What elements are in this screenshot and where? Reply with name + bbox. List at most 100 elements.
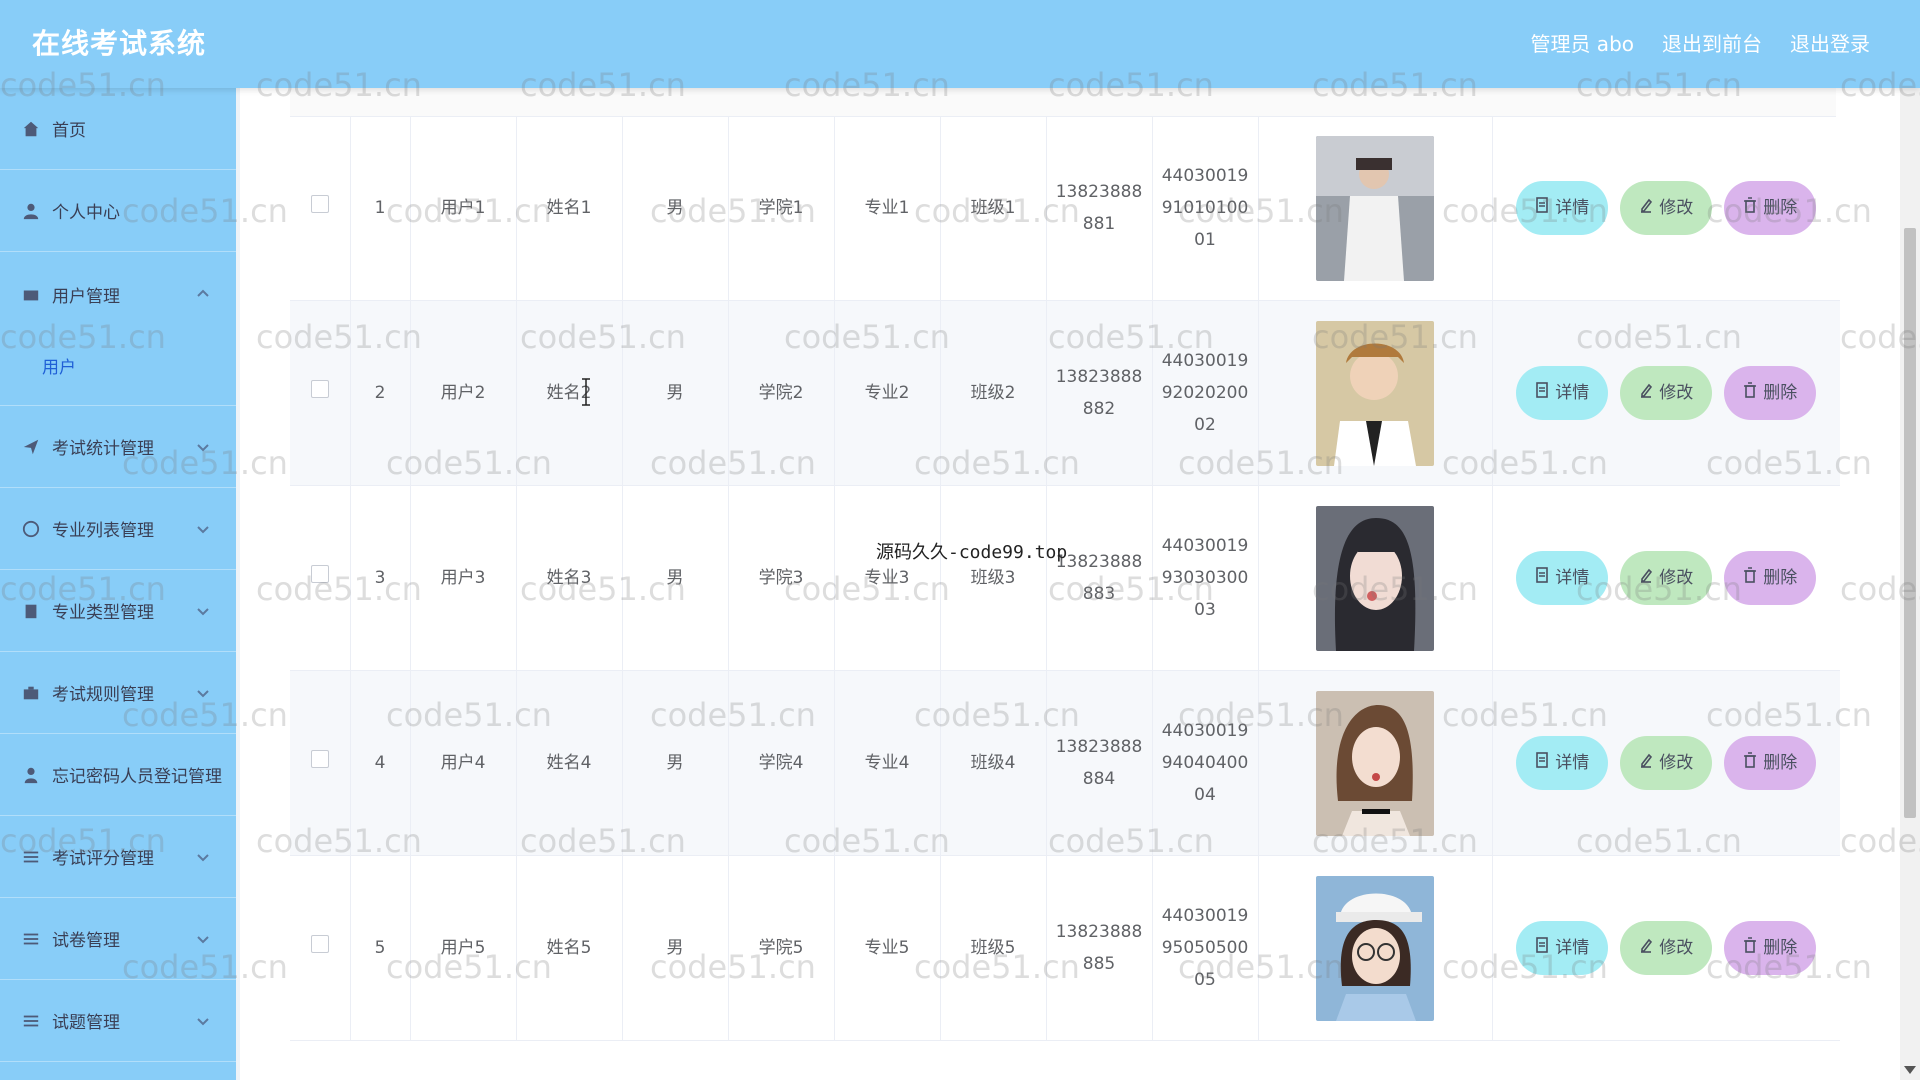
sidebar-item-home[interactable]: 首页 <box>0 88 236 170</box>
person-icon <box>22 766 40 784</box>
scrollbar-thumb[interactable] <box>1904 228 1916 818</box>
detail-button-label: 详情 <box>1555 383 1590 403</box>
delete-button[interactable]: 删除 <box>1724 921 1817 975</box>
id-line: 44030019 <box>1161 166 1249 186</box>
id-number-cell: 44030019 92020200 02 <box>1152 300 1259 486</box>
edit-button[interactable]: 修改 <box>1620 921 1713 975</box>
photo-cell <box>1258 116 1493 301</box>
detail-button[interactable]: 详情 <box>1516 921 1609 975</box>
index-cell: 2 <box>350 300 411 486</box>
table-header-strip <box>290 88 1836 117</box>
gender-cell: 男 <box>622 670 729 856</box>
table-row: 3 用户3 姓名3 男学院3 专业3 班级3 13823888 883 44030019 9303… <box>290 485 1840 671</box>
class-cell: 班级4 <box>940 670 1047 856</box>
chevron-down-icon <box>196 521 210 535</box>
sidebar-item-exam-scoring[interactable]: 考试评分管理 <box>0 816 236 898</box>
edit-button[interactable]: 修改 <box>1620 736 1713 790</box>
actions-cell: 详情 修改 删除 <box>1492 855 1840 1041</box>
document-icon <box>1535 562 1549 594</box>
edit-button[interactable]: 修改 <box>1620 181 1713 235</box>
row-checkbox[interactable] <box>310 565 329 583</box>
delete-button-label: 删除 <box>1763 938 1798 958</box>
delete-button-label: 删除 <box>1763 383 1798 403</box>
actions-cell: 详情 修改 删除 <box>1492 670 1840 856</box>
college-cell: 学院1 <box>728 116 835 301</box>
sidebar-item-papers[interactable]: 试卷管理 <box>0 898 236 980</box>
detail-button[interactable]: 详情 <box>1516 736 1609 790</box>
document-icon <box>1535 747 1549 779</box>
photo-cell <box>1258 855 1493 1041</box>
phone-cell: 13823888 881 <box>1046 116 1153 301</box>
gender-cell: 男 <box>622 300 729 486</box>
document-icon <box>1535 192 1549 224</box>
phone-cell: 13823888 884 <box>1046 670 1153 856</box>
detail-button[interactable]: 详情 <box>1516 551 1609 605</box>
vertical-scrollbar[interactable] <box>1900 88 1920 1080</box>
list-icon <box>22 930 40 948</box>
detail-button[interactable]: 详情 <box>1516 181 1609 235</box>
phone-cell: 13823888 883 <box>1046 485 1153 671</box>
class-cell: 班级5 <box>940 855 1047 1041</box>
detail-button[interactable]: 详情 <box>1516 366 1609 420</box>
sidebar-item-questions[interactable]: 试题管理 <box>0 980 236 1062</box>
table-row: 5 用户5 姓名5 男学院5 专业5 班级5 13823888 885 44030019 9505… <box>290 855 1840 1041</box>
phone-line: 13823888 <box>1055 182 1143 202</box>
sidebar-item-major-type[interactable]: 专业类型管理 <box>0 570 236 652</box>
row-checkbox[interactable] <box>310 935 329 953</box>
actions-cell: 详情 修改 删除 <box>1492 116 1840 301</box>
sidebar-item-profile[interactable]: 个人中心 <box>0 170 236 252</box>
row-checkbox[interactable] <box>310 750 329 768</box>
sliders-icon <box>22 848 40 866</box>
table-row: 4 用户4 姓名4 男学院4 专业4 班级4 13823888 884 44030019 9404… <box>290 670 1840 856</box>
major-cell: 专业4 <box>834 670 941 856</box>
list-icon <box>22 1012 40 1030</box>
delete-button[interactable]: 删除 <box>1724 736 1817 790</box>
document-icon <box>1535 932 1549 964</box>
admin-name: 管理员 abo <box>1530 32 1634 56</box>
text-cursor-icon <box>582 378 590 406</box>
sidebar-item-forgot-password[interactable]: 忘记密码人员登记管理 <box>0 734 236 816</box>
chevron-down-icon <box>196 849 210 863</box>
users-icon <box>22 286 40 304</box>
phone-cell: 13823888 882 <box>1046 300 1153 486</box>
delete-button[interactable]: 删除 <box>1724 181 1817 235</box>
phone-line: 13823888 <box>1055 737 1143 757</box>
row-checkbox[interactable] <box>310 195 329 213</box>
back-to-front-link[interactable]: 退出到前台 <box>1662 28 1762 57</box>
briefcase-icon <box>22 684 40 702</box>
delete-button[interactable]: 删除 <box>1724 551 1817 605</box>
sidebar-item-label: 试题管理 <box>52 1013 120 1033</box>
chevron-down-icon <box>196 1013 210 1027</box>
trash-icon <box>1743 932 1757 964</box>
gender-cell: 男 <box>622 855 729 1041</box>
scroll-down-arrow[interactable] <box>1904 1066 1916 1074</box>
user-photo <box>1316 690 1434 836</box>
class-cell: 班级2 <box>940 300 1047 486</box>
sidebar-item-major-list[interactable]: 专业列表管理 <box>0 488 236 570</box>
sidebar-item-exam-rules[interactable]: 考试规则管理 <box>0 652 236 734</box>
trash-icon <box>1743 562 1757 594</box>
delete-button-label: 删除 <box>1763 198 1798 218</box>
major-cell: 专业5 <box>834 855 941 1041</box>
edit-button[interactable]: 修改 <box>1620 551 1713 605</box>
sidebar-subitem-user[interactable]: 用户 <box>22 353 76 378</box>
center-watermark: 源码久久-code99.top <box>876 542 1068 563</box>
id-line: 01 <box>1194 230 1216 250</box>
logout-link[interactable]: 退出登录 <box>1790 28 1870 57</box>
phone-cell: 13823888 885 <box>1046 855 1153 1041</box>
sidebar-item-exam-stats[interactable]: 考试统计管理 <box>0 406 236 488</box>
account-cell: 用户1 <box>410 116 517 301</box>
sidebar-item-user-management[interactable]: 用户管理 用户 <box>0 252 236 406</box>
delete-button[interactable]: 删除 <box>1724 366 1817 420</box>
account-cell: 用户3 <box>410 485 517 671</box>
clipboard-icon <box>22 602 40 620</box>
actions-cell: 详情 修改 删除 <box>1492 300 1840 486</box>
college-cell: 学院2 <box>728 300 835 486</box>
id-line: 44030019 <box>1161 536 1249 556</box>
user-table-body: 1 用户1 姓名1 男学院1 专业1 班级1 13823888 881 44030019 9101… <box>290 116 1840 1041</box>
row-checkbox[interactable] <box>310 380 329 398</box>
phone-line: 884 <box>1082 769 1116 789</box>
row-select-cell <box>290 670 351 856</box>
account-cell: 用户5 <box>410 855 517 1041</box>
edit-button[interactable]: 修改 <box>1620 366 1713 420</box>
